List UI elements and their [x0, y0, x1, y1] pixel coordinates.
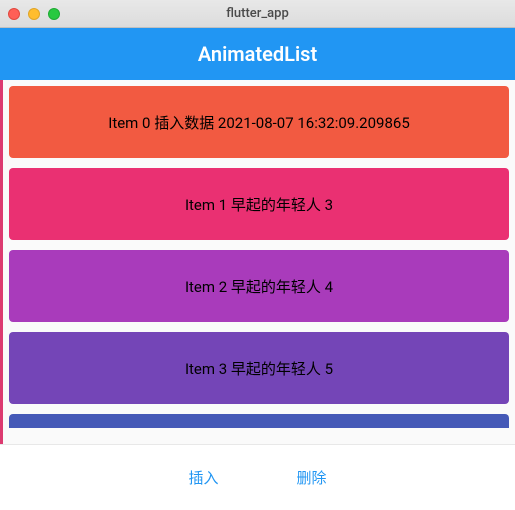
bottom-action-bar: 插入 删除: [0, 444, 515, 510]
list-item[interactable]: Item 1 早起的年轻人 3: [9, 168, 509, 240]
window-title: flutter_app: [0, 6, 515, 21]
list-item-label: Item 2 早起的年轻人 4: [185, 276, 333, 297]
list-item-label: Item 1 早起的年轻人 3: [185, 194, 333, 215]
animated-list[interactable]: Item 0 插入数据 2021-08-07 16:32:09.209865 I…: [0, 80, 515, 444]
list-item-label: Item 3 早起的年轻人 5: [185, 358, 333, 379]
page-title: AnimatedList: [198, 42, 317, 66]
list-item[interactable]: Item 3 早起的年轻人 5: [9, 332, 509, 404]
list-item-label: Item 0 插入数据 2021-08-07 16:32:09.209865: [108, 112, 410, 133]
app-bar: AnimatedList: [0, 28, 515, 80]
insert-button[interactable]: 插入: [176, 459, 230, 496]
window-titlebar: flutter_app: [0, 0, 515, 28]
list-item[interactable]: [9, 414, 509, 428]
delete-button[interactable]: 删除: [285, 459, 339, 496]
traffic-lights: [8, 8, 60, 20]
list-item[interactable]: Item 0 插入数据 2021-08-07 16:32:09.209865: [9, 86, 509, 158]
maximize-icon[interactable]: [48, 8, 60, 20]
list-item[interactable]: Item 2 早起的年轻人 4: [9, 250, 509, 322]
close-icon[interactable]: [8, 8, 20, 20]
minimize-icon[interactable]: [28, 8, 40, 20]
